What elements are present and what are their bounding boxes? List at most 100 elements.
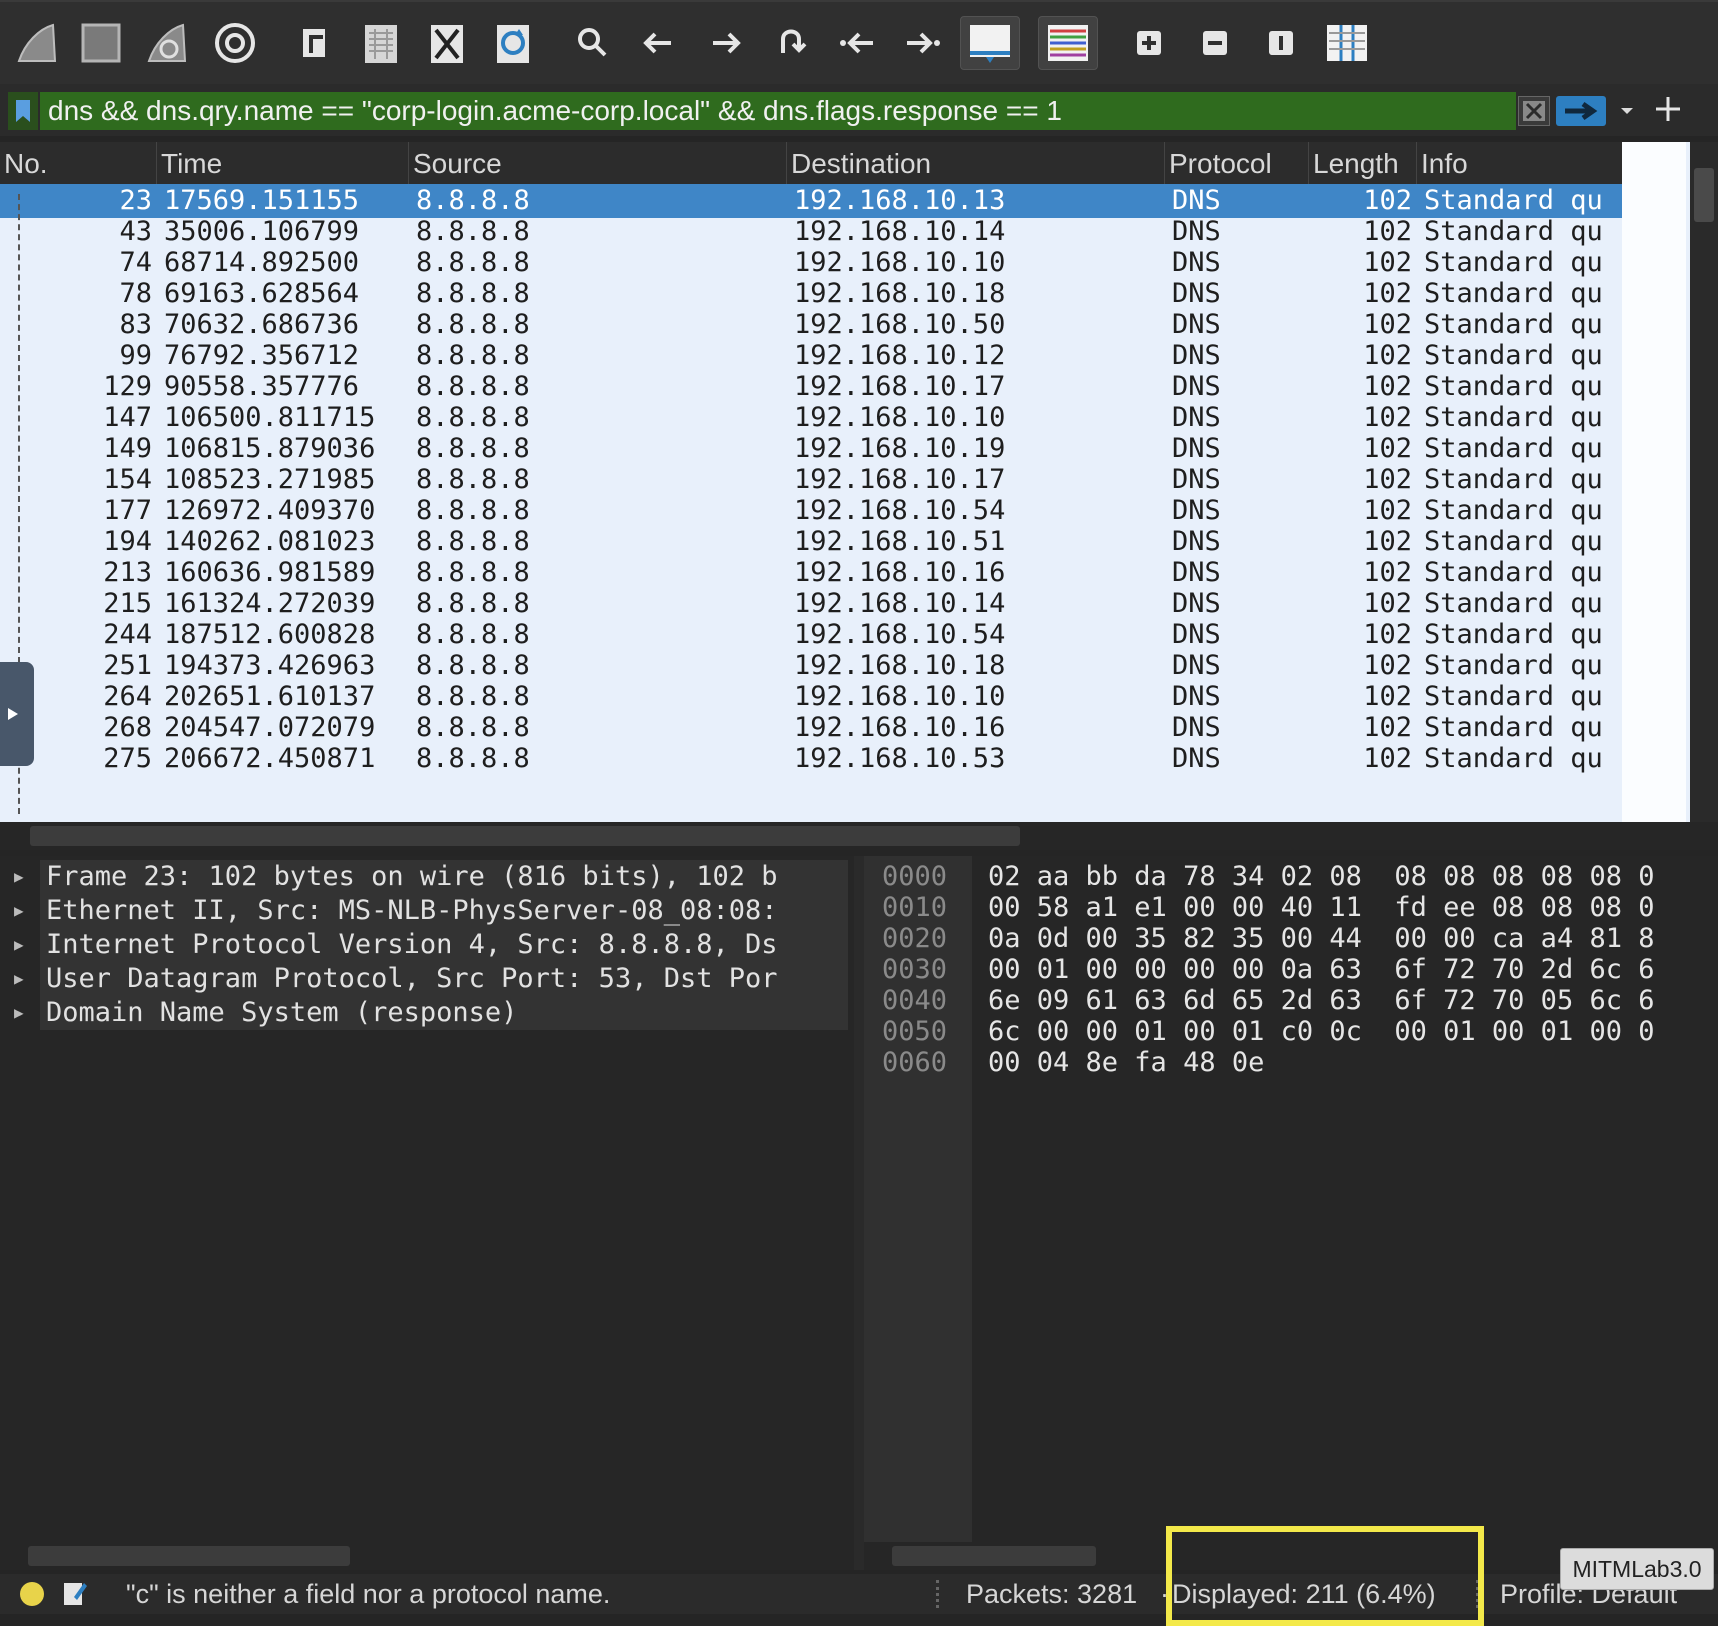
byte-hex-row[interactable]: 00 58 a1 e1 00 00 40 11 fd ee 08 08 08 0: [988, 891, 1718, 925]
display-filter-input[interactable]: [40, 92, 1516, 130]
packet-row[interactable]: 149 106815.879036 8.8.8.8 192.168.10.19 DNS 1…: [0, 432, 1622, 466]
packet-cell-dst: 192.168.10.13: [794, 185, 1006, 216]
go-forward-button[interactable]: [698, 16, 752, 70]
pane-splitter[interactable]: [854, 856, 864, 1570]
packet-list-hscroll-thumb[interactable]: [30, 826, 1020, 846]
column-header-info[interactable]: Info: [1417, 142, 1622, 184]
expand-arrow-icon[interactable]: ▶: [14, 962, 30, 996]
byte-hex-row[interactable]: 00 01 00 00 00 00 0a 63 6f 72 70 2d 6c 6: [988, 953, 1718, 987]
byte-hex-row[interactable]: 02 aa bb da 78 34 02 08 08 08 08 08 08 0: [988, 860, 1718, 894]
close-file-icon: [431, 25, 463, 63]
byte-hex-row[interactable]: 00 04 8e fa 48 0e: [988, 1046, 1718, 1080]
packet-cell-src: 8.8.8.8: [416, 712, 530, 743]
packet-cell-info: Standard qu: [1424, 526, 1603, 557]
column-header-source[interactable]: Source: [409, 142, 787, 184]
colorize-button[interactable]: [1038, 16, 1098, 70]
packet-row[interactable]: 268 204547.072079 8.8.8.8 192.168.10.16 DNS 1…: [0, 711, 1622, 745]
filter-bookmark-button[interactable]: [8, 92, 38, 130]
close-file-button[interactable]: [420, 16, 474, 70]
packet-row[interactable]: 275 206672.450871 8.8.8.8 192.168.10.53 DNS 1…: [0, 742, 1622, 776]
byte-hex-row[interactable]: 0a 0d 00 35 82 35 00 44 00 00 ca a4 81 8: [988, 922, 1718, 956]
expand-arrow-icon[interactable]: ▶: [14, 860, 30, 894]
packet-row[interactable]: 83 70632.686736 8.8.8.8 192.168.10.50 DNS 102…: [0, 308, 1622, 342]
packet-cell-src: 8.8.8.8: [416, 526, 530, 557]
details-hscroll-thumb[interactable]: [28, 1546, 350, 1566]
go-back-button[interactable]: [632, 16, 686, 70]
resize-columns-button[interactable]: [1320, 16, 1374, 70]
clear-filter-button[interactable]: [1518, 96, 1550, 126]
packet-row[interactable]: 177 126972.409370 8.8.8.8 192.168.10.54 DNS 1…: [0, 494, 1622, 528]
packet-row[interactable]: 147 106500.811715 8.8.8.8 192.168.10.10 DNS 1…: [0, 401, 1622, 435]
detail-tree-item[interactable]: ▶ Domain Name System (response): [0, 996, 854, 1030]
reload-file-button[interactable]: [486, 16, 540, 70]
zoom-out-icon: [1203, 31, 1227, 55]
expand-arrow-icon[interactable]: ▶: [14, 996, 30, 1030]
go-last-button[interactable]: [896, 16, 950, 70]
byte-hex-row[interactable]: 6c 00 00 01 00 01 c0 0c 00 01 00 01 00 0: [988, 1015, 1718, 1049]
autoscroll-button[interactable]: [960, 16, 1020, 70]
start-capture-button[interactable]: [10, 16, 64, 70]
packet-cell-dst: 192.168.10.54: [794, 619, 1006, 650]
expand-arrow-icon[interactable]: ▶: [14, 928, 30, 962]
save-file-button[interactable]: [354, 16, 408, 70]
bytes-hscroll-thumb[interactable]: [892, 1546, 1096, 1566]
apply-filter-button[interactable]: [1556, 96, 1606, 126]
find-packet-button[interactable]: [566, 16, 620, 70]
packet-cell-proto: DNS: [1172, 278, 1221, 309]
packet-cell-src: 8.8.8.8: [416, 433, 530, 464]
detail-tree-item[interactable]: ▶ Frame 23: 102 bytes on wire (816 bits)…: [0, 860, 854, 894]
open-file-button[interactable]: [288, 16, 342, 70]
packet-cell-info: Standard qu: [1424, 247, 1603, 278]
packet-cell-no: 213: [103, 557, 152, 588]
stop-capture-button[interactable]: [74, 16, 128, 70]
column-header-destination[interactable]: Destination: [787, 142, 1165, 184]
side-panel-toggle[interactable]: [0, 662, 34, 766]
detail-item-label: User Datagram Protocol, Src Port: 53, Ds…: [40, 962, 848, 996]
packet-row[interactable]: 213 160636.981589 8.8.8.8 192.168.10.16 DNS 1…: [0, 556, 1622, 590]
go-first-button[interactable]: [830, 16, 884, 70]
packet-row[interactable]: 43 35006.106799 8.8.8.8 192.168.10.14 DNS 102…: [0, 215, 1622, 249]
byte-hex-row[interactable]: 6e 09 61 63 6d 65 2d 63 6f 72 70 05 6c 6: [988, 984, 1718, 1018]
packet-cell-src: 8.8.8.8: [416, 588, 530, 619]
resize-columns-icon: [1327, 25, 1367, 61]
recent-filters-dropdown[interactable]: [1614, 96, 1640, 126]
packet-row[interactable]: 154 108523.271985 8.8.8.8 192.168.10.17 DNS 1…: [0, 463, 1622, 497]
packet-cell-time: 76792.356712: [164, 340, 360, 371]
packet-row[interactable]: 99 76792.356712 8.8.8.8 192.168.10.12 DNS 102…: [0, 339, 1622, 373]
column-header-time[interactable]: Time: [157, 142, 409, 184]
packet-row[interactable]: 78 69163.628564 8.8.8.8 192.168.10.18 DNS 102…: [0, 277, 1622, 311]
detail-tree-item[interactable]: ▶ Ethernet II, Src: MS-NLB-PhysServer-08…: [0, 894, 854, 928]
packet-list-margin: [1622, 142, 1686, 822]
expert-info-icon[interactable]: [20, 1582, 44, 1606]
status-grip: [936, 1580, 943, 1608]
packet-row[interactable]: 244 187512.600828 8.8.8.8 192.168.10.54 DNS 1…: [0, 618, 1622, 652]
capture-options-button[interactable]: [208, 16, 262, 70]
packet-row[interactable]: 251 194373.426963 8.8.8.8 192.168.10.18 DNS 1…: [0, 649, 1622, 683]
packet-cell-dst: 192.168.10.14: [794, 588, 1006, 619]
column-header-protocol[interactable]: Protocol: [1165, 142, 1309, 184]
zoom-in-button[interactable]: [1122, 16, 1176, 70]
packet-cell-src: 8.8.8.8: [416, 402, 530, 433]
packet-row[interactable]: 129 90558.357776 8.8.8.8 192.168.10.17 DNS 10…: [0, 370, 1622, 404]
packet-row[interactable]: 264 202651.610137 8.8.8.8 192.168.10.10 DNS 1…: [0, 680, 1622, 714]
add-filter-button[interactable]: [1648, 92, 1688, 132]
packet-list-scroll-thumb[interactable]: [1694, 168, 1714, 222]
packet-row[interactable]: 194 140262.081023 8.8.8.8 192.168.10.51 DNS 1…: [0, 525, 1622, 559]
packet-list-vertical-scrollbar[interactable]: [1690, 142, 1718, 822]
packet-row[interactable]: 74 68714.892500 8.8.8.8 192.168.10.10 DNS 102…: [0, 246, 1622, 280]
detail-tree-item[interactable]: ▶ Internet Protocol Version 4, Src: 8.8.…: [0, 928, 854, 962]
expand-arrow-icon[interactable]: ▶: [14, 894, 30, 928]
column-header-length[interactable]: Length: [1309, 142, 1417, 184]
detail-tree-item[interactable]: ▶ User Datagram Protocol, Src Port: 53, …: [0, 962, 854, 996]
capture-comment-icon[interactable]: [62, 1579, 88, 1607]
go-to-packet-button[interactable]: [764, 16, 818, 70]
packet-cell-proto: DNS: [1172, 247, 1221, 278]
packet-cell-no: 177: [103, 495, 152, 526]
zoom-out-button[interactable]: [1188, 16, 1242, 70]
packet-row[interactable]: 215 161324.272039 8.8.8.8 192.168.10.14 DNS 1…: [0, 587, 1622, 621]
packet-row[interactable]: 23 17569.151155 8.8.8.8 192.168.10.13 DNS 102…: [0, 184, 1622, 218]
normal-size-button[interactable]: [1254, 16, 1308, 70]
column-header-no[interactable]: No.: [0, 142, 157, 184]
restart-capture-button[interactable]: [140, 16, 194, 70]
packet-cell-time: 90558.357776: [164, 371, 360, 402]
